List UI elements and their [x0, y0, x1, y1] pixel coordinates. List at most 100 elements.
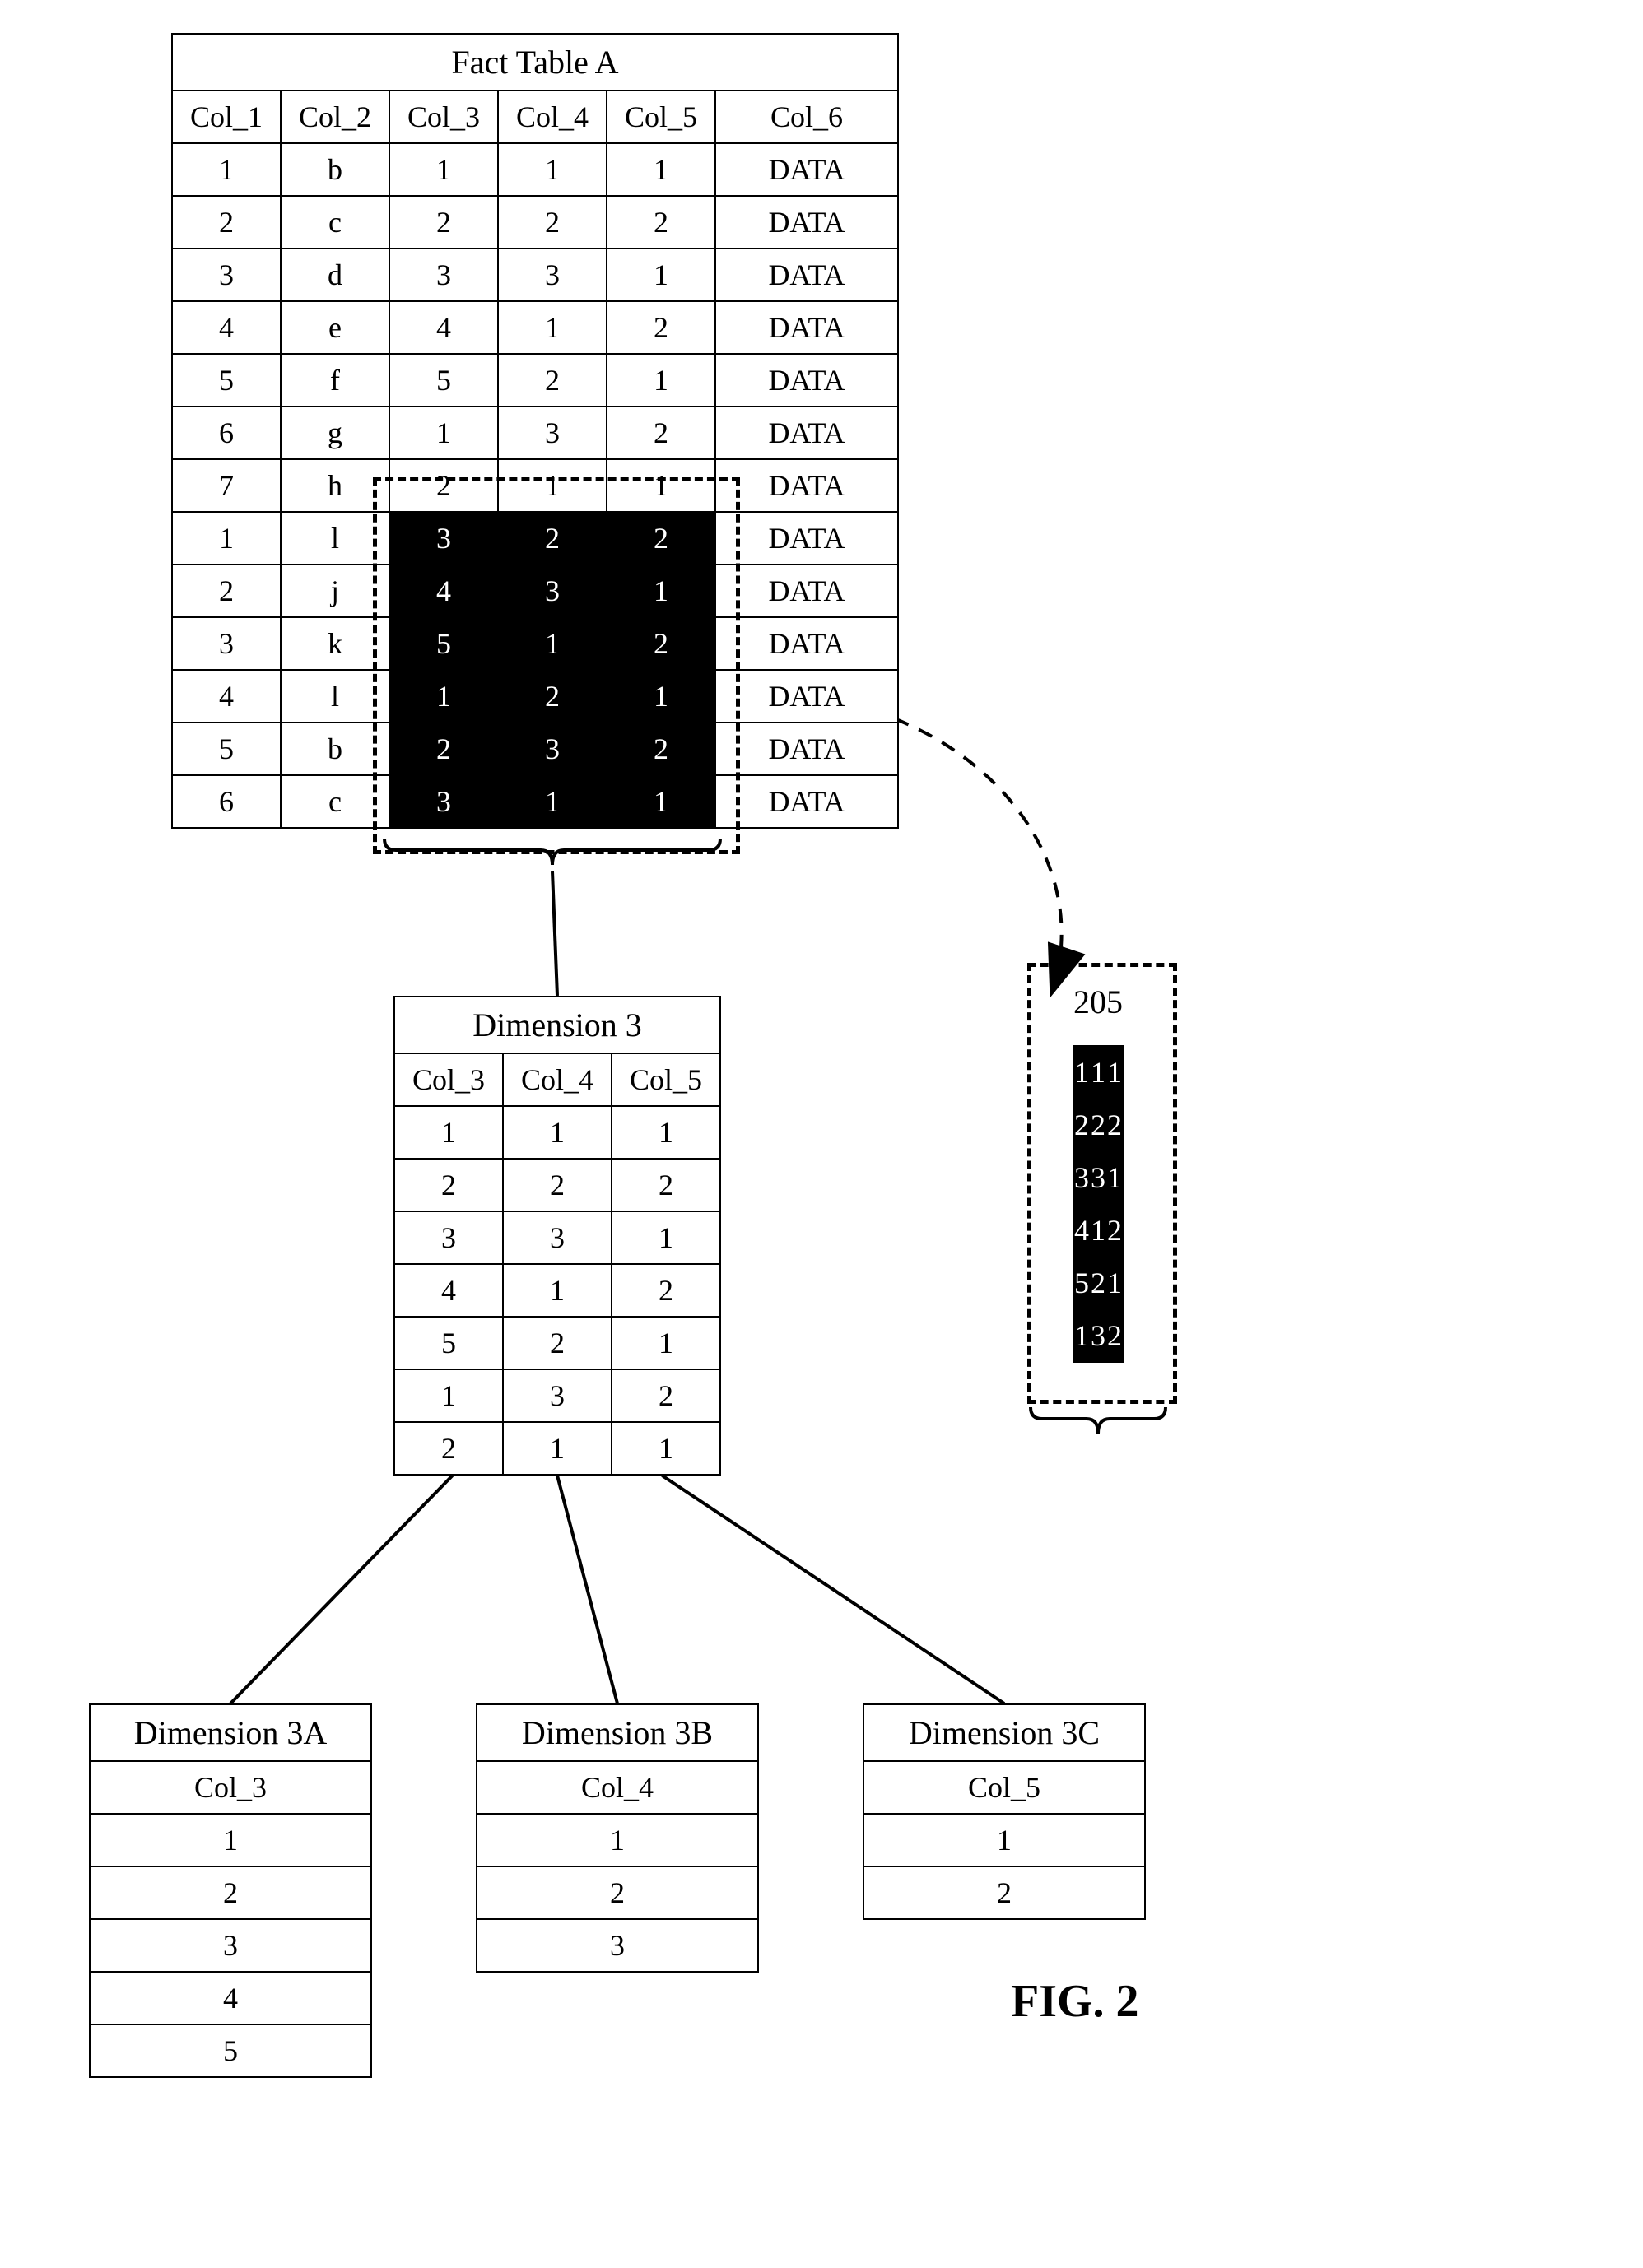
dimension-3c-table: Dimension 3CCol_512: [863, 1703, 1146, 1920]
table-cell: b: [281, 143, 389, 196]
table-cell: 3: [503, 1369, 612, 1422]
table-cell: 2: [612, 1264, 720, 1317]
table-cell: DATA: [715, 775, 898, 828]
table-cell: 3: [172, 249, 281, 301]
table-row: 331: [1073, 1151, 1123, 1204]
table-cell: DATA: [715, 565, 898, 617]
table-cell: 2: [389, 723, 498, 775]
table-cell: 2: [607, 196, 715, 249]
table-cell: j: [281, 565, 389, 617]
table-cell: 1: [612, 1422, 720, 1475]
table-row: 2c222DATA: [172, 196, 898, 249]
table-cell: 5: [1073, 1257, 1090, 1309]
dimension-3b-table: Dimension 3BCol_4123: [476, 1703, 759, 1973]
table-cell: 2: [1073, 1099, 1090, 1151]
table-cell: 2: [498, 670, 607, 723]
table-cell: 4: [389, 301, 498, 354]
table-cell: 1: [1106, 1257, 1123, 1309]
table-cell: DATA: [715, 617, 898, 670]
table-row: 521: [394, 1317, 720, 1369]
table-cell: 3: [394, 1211, 503, 1264]
column-header: Col_1: [172, 91, 281, 143]
table-row: 132: [1073, 1309, 1123, 1362]
table-cell: 4: [1073, 1204, 1090, 1257]
table-row: 111: [1073, 1046, 1123, 1099]
table-cell: 2: [612, 1159, 720, 1211]
table-cell: DATA: [715, 143, 898, 196]
brace-icon: [381, 834, 724, 875]
table-cell: 1: [503, 1264, 612, 1317]
table-cell: 1: [389, 143, 498, 196]
table-cell: 1: [607, 670, 715, 723]
table-cell: 3: [503, 1211, 612, 1264]
table-row: 1: [477, 1814, 758, 1866]
table-cell: g: [281, 407, 389, 459]
table-cell: 3: [1090, 1151, 1106, 1204]
column-header: Col_5: [607, 91, 715, 143]
table-cell: 1: [607, 565, 715, 617]
table-cell: DATA: [715, 459, 898, 512]
table-row: 211: [394, 1422, 720, 1475]
brace-icon: [1027, 1402, 1169, 1443]
table-cell: f: [281, 354, 389, 407]
table-cell: 1: [498, 143, 607, 196]
table-cell: 3: [389, 512, 498, 565]
table-cell: 1: [503, 1422, 612, 1475]
minidim-title: Dimension 3A: [90, 1704, 371, 1761]
table-cell: 2: [863, 1866, 1145, 1919]
table-cell: 2: [389, 459, 498, 512]
table-row: 5b232DATA: [172, 723, 898, 775]
table-row: 132: [394, 1369, 720, 1422]
table-cell: 2: [607, 617, 715, 670]
table-cell: 2: [607, 301, 715, 354]
table-cell: 1: [607, 249, 715, 301]
table-cell: 4: [172, 670, 281, 723]
table-cell: 1: [394, 1106, 503, 1159]
table-row: 1l322DATA: [172, 512, 898, 565]
table-cell: 1: [1106, 1151, 1123, 1204]
table-cell: 3: [172, 617, 281, 670]
table-row: 3: [90, 1919, 371, 1972]
table-cell: 4: [90, 1972, 371, 2024]
table-cell: 1: [477, 1814, 758, 1866]
table-cell: 3: [389, 249, 498, 301]
table-cell: 2: [1106, 1099, 1123, 1151]
table-cell: 1: [1090, 1204, 1106, 1257]
table-cell: 1: [607, 143, 715, 196]
table-cell: 3: [498, 249, 607, 301]
table-cell: 2: [607, 723, 715, 775]
table-cell: 1: [1106, 1046, 1123, 1099]
table-cell: 1: [498, 617, 607, 670]
table-cell: 2: [607, 512, 715, 565]
table-cell: 1: [1090, 1046, 1106, 1099]
dim3-title: Dimension 3: [394, 997, 720, 1053]
table-cell: 4: [172, 301, 281, 354]
table-row: 1: [863, 1814, 1145, 1866]
table-row: 2j431DATA: [172, 565, 898, 617]
table-cell: 2: [1106, 1204, 1123, 1257]
table-cell: DATA: [715, 723, 898, 775]
column-header: Col_5: [863, 1761, 1145, 1814]
dimension-3a-table: Dimension 3ACol_312345: [89, 1703, 372, 2078]
table-row: 222: [1073, 1099, 1123, 1151]
table-cell: 5: [389, 617, 498, 670]
table-row: 4e412DATA: [172, 301, 898, 354]
table-cell: 3: [498, 407, 607, 459]
table-cell: 2: [1090, 1257, 1106, 1309]
table-row: 5f521DATA: [172, 354, 898, 407]
table-row: 6g132DATA: [172, 407, 898, 459]
table-row: 3k512DATA: [172, 617, 898, 670]
table-cell: 1: [1073, 1046, 1090, 1099]
column-header: Col_6: [715, 91, 898, 143]
table-cell: 2: [172, 196, 281, 249]
table-cell: 2: [607, 407, 715, 459]
table-cell: h: [281, 459, 389, 512]
fact-table-a: Fact Table ACol_1Col_2Col_3Col_4Col_5Col…: [171, 33, 899, 829]
table-cell: 1: [389, 670, 498, 723]
table-cell: 2: [394, 1422, 503, 1475]
table-row: 412: [394, 1264, 720, 1317]
column-header: Col_3: [389, 91, 498, 143]
table-row: 412: [1073, 1204, 1123, 1257]
table-cell: DATA: [715, 249, 898, 301]
table-cell: 3: [1073, 1151, 1090, 1204]
